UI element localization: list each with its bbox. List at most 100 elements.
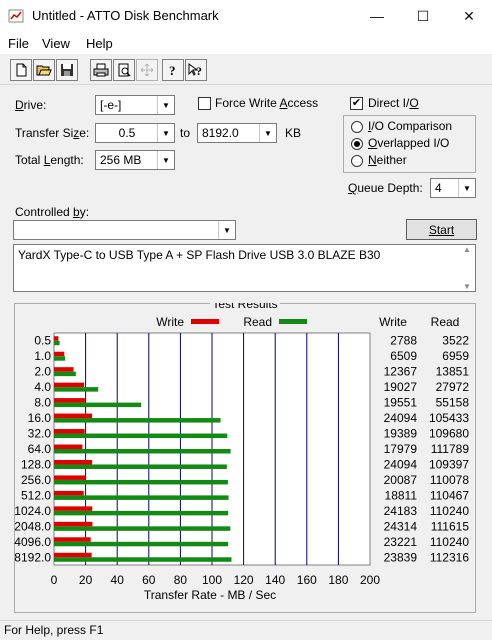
write-value: 19551: [384, 396, 418, 410]
results-title: Test Results: [212, 303, 277, 311]
force-write-access-checkbox[interactable]: [198, 97, 211, 110]
transfer-size-label: 512.0: [21, 488, 51, 502]
minimize-button[interactable]: —: [354, 0, 400, 32]
read-bar: [54, 526, 231, 531]
x-tick-label: 60: [142, 573, 156, 587]
write-value: 24094: [384, 457, 418, 471]
controlled-by-select[interactable]: ▼: [13, 220, 236, 240]
transfer-size-to-select[interactable]: 8192.0 ▼: [197, 123, 277, 143]
write-bar: [54, 537, 91, 542]
read-value: 3522: [442, 334, 469, 348]
read-bar: [54, 387, 99, 392]
print-preview-icon[interactable]: [113, 59, 135, 81]
queue-depth-select[interactable]: 4 ▼: [430, 178, 476, 198]
save-icon[interactable]: [56, 59, 78, 81]
neither-radio[interactable]: [351, 155, 363, 167]
read-bar: [54, 402, 142, 408]
write-value: 2788: [390, 334, 417, 348]
transfer-size-label: 128.0: [21, 457, 51, 471]
read-column-header: Read: [431, 315, 460, 329]
read-bar: [54, 433, 228, 439]
transfer-size-label: 2.0: [34, 365, 51, 379]
menu-file[interactable]: File: [8, 36, 29, 51]
svg-text:?: ?: [169, 63, 176, 77]
write-value: 12367: [384, 365, 418, 379]
read-bar: [54, 418, 221, 423]
x-tick-label: 200: [360, 573, 380, 587]
context-help-icon[interactable]: ?: [185, 59, 207, 81]
read-value: 112316: [430, 550, 469, 564]
x-axis-label: Transfer Rate - MB / Sec: [144, 588, 276, 602]
size-labels: 0.51.0 2.04.0 8.016.0 32.064.0128.0 256.0512…: [14, 334, 51, 565]
description-scrollbar[interactable]: ▲ ▼: [459, 245, 475, 291]
force-write-access-label: Force Write Access: [215, 96, 319, 110]
drive-select[interactable]: [-e-] ▼: [95, 95, 175, 115]
legend-read-label: Read: [243, 315, 272, 329]
total-length-select[interactable]: 256 MB ▼: [95, 150, 175, 170]
scroll-up-icon[interactable]: ▲: [463, 245, 471, 254]
write-value: 6509: [390, 349, 417, 363]
write-value: 24183: [384, 504, 418, 518]
transfer-size-label: 4.0: [34, 380, 51, 394]
direct-io-checkbox[interactable]: ✔: [350, 97, 363, 110]
transfer-size-from-select[interactable]: 0.5 ▼: [95, 123, 175, 143]
write-value: 24314: [384, 519, 418, 533]
transfer-size-label: 1024.0: [14, 504, 51, 518]
chevron-down-icon: ▼: [458, 179, 475, 197]
read-value: 109680: [429, 427, 469, 441]
read-bar: [54, 510, 229, 516]
legend-write-label: Write: [156, 315, 184, 329]
x-tick-label: 80: [174, 573, 188, 587]
start-button[interactable]: Start: [406, 219, 477, 240]
total-length-label: Total Length:: [15, 153, 84, 167]
io-comparison-radio[interactable]: [351, 121, 363, 133]
x-tick-label: 20: [79, 573, 93, 587]
menu-view[interactable]: View: [42, 36, 70, 51]
write-value: 19027: [384, 380, 418, 394]
x-tick-label: 140: [265, 573, 285, 587]
chevron-down-icon: ▼: [218, 221, 235, 239]
direct-io-label: Direct I/O: [368, 96, 419, 110]
write-value: 24094: [384, 411, 418, 425]
transfer-size-label: 8192.0: [14, 550, 51, 564]
transfer-size-label: 4096.0: [14, 535, 51, 549]
write-value: 23221: [384, 535, 418, 549]
transfer-size-label: Transfer Size:: [15, 126, 90, 140]
transfer-size-label: 1.0: [34, 349, 51, 363]
write-value: 23839: [384, 550, 418, 564]
write-bar: [54, 398, 85, 403]
write-bar: [54, 351, 65, 357]
svg-text:?: ?: [196, 64, 202, 77]
print-icon[interactable]: [90, 59, 112, 81]
read-bar: [54, 449, 231, 454]
read-bar: [54, 557, 232, 562]
read-value: 6959: [442, 349, 469, 363]
overlapped-io-radio[interactable]: [351, 138, 363, 150]
overlapped-io-label: Overlapped I/O: [368, 136, 450, 150]
read-value: 110467: [430, 488, 469, 502]
read-value: 27972: [436, 380, 470, 394]
close-button[interactable]: ✕: [446, 0, 492, 32]
neither-label: Neither: [368, 153, 407, 167]
help-icon[interactable]: ?: [162, 59, 184, 81]
chevron-down-icon: ▼: [259, 124, 276, 142]
new-icon[interactable]: [10, 59, 32, 81]
drive-label: Drive:: [15, 98, 47, 112]
menu-help[interactable]: Help: [86, 36, 113, 51]
chevron-down-icon: ▼: [157, 151, 174, 169]
open-icon[interactable]: [33, 59, 55, 81]
read-bar: [54, 371, 76, 377]
move-icon[interactable]: [136, 59, 158, 81]
scroll-down-icon[interactable]: ▼: [463, 282, 471, 291]
write-value: 17979: [384, 442, 418, 456]
read-value: 110240: [430, 535, 469, 549]
description-field[interactable]: YardX Type-C to USB Type A + SP Flash Dr…: [13, 244, 476, 292]
maximize-button[interactable]: ☐: [400, 0, 446, 32]
transfer-size-label: 8.0: [34, 396, 51, 410]
x-tick-label: 180: [328, 573, 348, 587]
window-title: Untitled - ATTO Disk Benchmark: [32, 8, 219, 23]
write-bar: [54, 490, 84, 496]
write-bar: [54, 413, 93, 419]
read-bar: [54, 340, 60, 346]
read-bar: [54, 479, 228, 485]
